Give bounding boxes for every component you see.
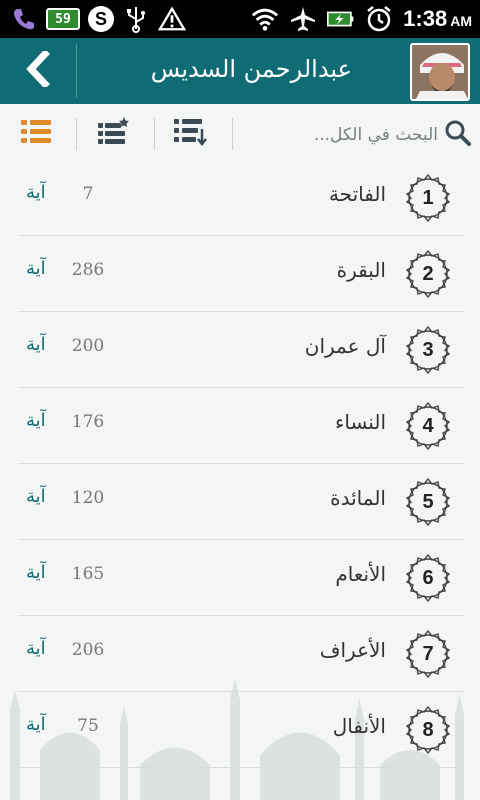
favorites-list-icon bbox=[95, 117, 129, 151]
battery-charging-icon bbox=[327, 5, 355, 33]
surah-number: 4 bbox=[422, 414, 434, 437]
toolbar: البحث في الكل... bbox=[0, 104, 480, 164]
reciter-avatar bbox=[410, 43, 470, 101]
surah-number: 8 bbox=[422, 718, 434, 741]
surah-number-badge: 5 bbox=[402, 476, 454, 528]
app-header: عبدالرحمن السديس bbox=[0, 38, 480, 104]
surah-row[interactable]: آية 286 البقرة 2 bbox=[18, 236, 464, 312]
s-app-icon: S bbox=[88, 6, 114, 32]
favorites-button[interactable] bbox=[94, 116, 130, 152]
back-button[interactable] bbox=[0, 38, 76, 104]
surah-number-badge: 3 bbox=[402, 324, 454, 376]
surah-name: الأنعام bbox=[335, 562, 386, 586]
search-input[interactable]: البحث في الكل... bbox=[314, 125, 438, 145]
status-bar: 59 S 1:38 AM bbox=[0, 0, 480, 38]
ayah-unit-label: آية bbox=[26, 258, 46, 279]
ayah-count: 165 bbox=[71, 564, 105, 584]
list-icon bbox=[20, 118, 52, 150]
surah-number: 6 bbox=[422, 566, 434, 589]
ayah-unit-label: آية bbox=[26, 714, 46, 735]
ayah-unit-label: آية bbox=[26, 638, 46, 659]
surah-row[interactable]: آية 7 الفاتحة 1 bbox=[18, 160, 464, 236]
surah-number-badge: 6 bbox=[402, 552, 454, 604]
warning-icon bbox=[158, 5, 186, 33]
clock: 1:38 AM bbox=[403, 6, 472, 31]
ayah-count: 286 bbox=[71, 260, 105, 280]
surah-row[interactable]: آية 165 الأنعام 6 bbox=[18, 540, 464, 616]
ayah-unit-label: آية bbox=[26, 182, 46, 203]
ayah-unit-label: آية bbox=[26, 334, 46, 355]
alarm-icon bbox=[365, 5, 393, 33]
surah-name: الأنفال bbox=[332, 714, 386, 738]
usb-icon bbox=[122, 5, 150, 33]
header-divider bbox=[76, 44, 77, 98]
ayah-count: 200 bbox=[71, 336, 105, 356]
surah-row[interactable]: آية 176 النساء 4 bbox=[18, 388, 464, 464]
toolbar-divider bbox=[76, 118, 77, 150]
phone-call-icon bbox=[10, 5, 38, 33]
ayah-count: 206 bbox=[71, 640, 105, 660]
ayah-unit-label: آية bbox=[26, 486, 46, 507]
ayah-unit-label: آية bbox=[26, 410, 46, 431]
airplane-mode-icon bbox=[289, 5, 317, 33]
toolbar-divider bbox=[154, 118, 155, 150]
surah-row[interactable]: آية 75 الأنفال 8 bbox=[18, 692, 464, 768]
download-list-icon bbox=[173, 117, 207, 151]
surah-number: 3 bbox=[422, 338, 434, 361]
surah-name: البقرة bbox=[336, 258, 386, 282]
surah-number: 2 bbox=[422, 262, 434, 285]
surah-list: آية 7 الفاتحة 1 آية 286 البقرة 2 آية 200 آل عمران 3… bbox=[18, 160, 464, 768]
surah-number-badge: 1 bbox=[402, 172, 454, 224]
surah-row[interactable]: آية 120 المائدة 5 bbox=[18, 464, 464, 540]
surah-number-badge: 2 bbox=[402, 248, 454, 300]
surah-name: آل عمران bbox=[304, 334, 386, 358]
chevron-left-icon bbox=[23, 49, 53, 91]
ayah-count: 7 bbox=[82, 184, 94, 204]
list-view-button[interactable] bbox=[18, 116, 54, 152]
surah-number-badge: 8 bbox=[402, 704, 454, 756]
search-field[interactable]: البحث في الكل... bbox=[222, 118, 472, 152]
surah-name: النساء bbox=[334, 410, 386, 434]
downloads-button[interactable] bbox=[172, 116, 208, 152]
surah-number: 1 bbox=[422, 186, 434, 209]
surah-number-badge: 7 bbox=[402, 628, 454, 680]
search-icon bbox=[444, 119, 472, 151]
wifi-icon bbox=[251, 5, 279, 33]
ayah-count: 75 bbox=[77, 716, 99, 736]
surah-number: 5 bbox=[422, 490, 434, 513]
battery-level-badge: 59 bbox=[46, 8, 80, 30]
surah-row[interactable]: آية 200 آل عمران 3 bbox=[18, 312, 464, 388]
ayah-count: 120 bbox=[71, 488, 105, 508]
page-title: عبدالرحمن السديس bbox=[150, 55, 352, 83]
surah-number: 7 bbox=[422, 642, 434, 665]
surah-row[interactable]: آية 206 الأعراف 7 bbox=[18, 616, 464, 692]
surah-name: الأعراف bbox=[319, 638, 386, 662]
ayah-count: 176 bbox=[71, 412, 105, 432]
surah-number-badge: 4 bbox=[402, 400, 454, 452]
ayah-unit-label: آية bbox=[26, 562, 46, 583]
surah-name: الفاتحة bbox=[328, 182, 386, 206]
surah-name: المائدة bbox=[330, 486, 386, 510]
